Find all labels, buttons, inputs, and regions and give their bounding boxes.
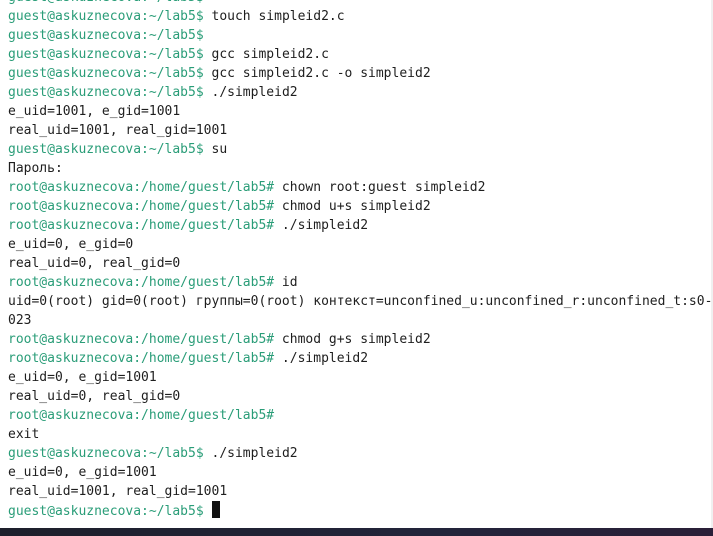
shell-command: chown root:guest simpleid2 [274, 180, 486, 195]
shell-command: touch simpleid2.c [203, 9, 345, 24]
terminal-line: e_uid=1001, e_gid=1001 [8, 102, 713, 121]
shell-command: chmod g+s simpleid2 [274, 332, 431, 347]
terminal-line: guest@askuznecova:~/lab5$ [8, 501, 713, 520]
command-output: Пароль: [8, 161, 63, 176]
terminal-line: root@askuznecova:/home/guest/lab5# id [8, 273, 713, 292]
command-output: 023 [8, 313, 32, 328]
terminal-line: Пароль: [8, 159, 713, 178]
terminal-line: e_uid=0, e_gid=1001 [8, 368, 713, 387]
command-output: real_uid=0, real_gid=0 [8, 389, 181, 404]
screen: guest@askuznecova:~/lab5$guest@askuzneco… [0, 0, 713, 536]
terminal-line: guest@askuznecova:~/lab5$ touch simpleid… [8, 7, 713, 26]
shell-command: id [274, 275, 298, 290]
shell-prompt: guest@askuznecova:~/lab5$ [8, 446, 204, 461]
command-output: e_uid=0, e_gid=0 [8, 237, 134, 252]
command-output: e_uid=1001, e_gid=1001 [8, 104, 181, 119]
terminal-line: root@askuznecova:/home/guest/lab5# chmod… [8, 330, 713, 349]
terminal-line: guest@askuznecova:~/lab5$ ./simpleid2 [8, 444, 713, 463]
shell-command: chmod u+s simpleid2 [274, 199, 431, 214]
terminal-line: root@askuznecova:/home/guest/lab5# ./sim… [8, 349, 713, 368]
terminal-line: real_uid=1001, real_gid=1001 [8, 121, 713, 140]
shell-command: ./simpleid2 [203, 85, 298, 100]
terminal-line: root@askuznecova:/home/guest/lab5# ./sim… [8, 216, 713, 235]
shell-prompt: guest@askuznecova:~/lab5$ [8, 142, 204, 157]
terminal-line: root@askuznecova:/home/guest/lab5# [8, 406, 713, 425]
terminal-line: e_uid=0, e_gid=1001 [8, 463, 713, 482]
shell-prompt: guest@askuznecova:~/lab5$ [8, 9, 204, 24]
terminal-line: guest@askuznecova:~/lab5$ [8, 26, 713, 45]
shell-command: gcc simpleid2.c -o simpleid2 [203, 66, 431, 81]
shell-prompt: guest@askuznecova:~/lab5$ [8, 0, 204, 5]
command-output: real_uid=1001, real_gid=1001 [8, 484, 228, 499]
terminal-line: guest@askuznecova:~/lab5$ gcc simpleid2.… [8, 64, 713, 83]
shell-prompt: root@askuznecova:/home/guest/lab5# [8, 332, 275, 347]
terminal-line: root@askuznecova:/home/guest/lab5# chown… [8, 178, 713, 197]
terminal-line: guest@askuznecova:~/lab5$ ./simpleid2 [8, 83, 713, 102]
shell-command [204, 504, 212, 519]
shell-command: ./simpleid2 [274, 218, 369, 233]
shell-prompt: root@askuznecova:/home/guest/lab5# [8, 351, 275, 366]
terminal-line: e_uid=0, e_gid=0 [8, 235, 713, 254]
shell-prompt: guest@askuznecova:~/lab5$ [8, 47, 204, 62]
terminal-line: exit [8, 425, 713, 444]
terminal-line: real_uid=0, real_gid=0 [8, 254, 713, 273]
shell-command: gcc simpleid2.c [203, 47, 329, 62]
shell-prompt: root@askuznecova:/home/guest/lab5# [8, 408, 275, 423]
shell-prompt: root@askuznecova:/home/guest/lab5# [8, 180, 275, 195]
command-output: exit [8, 427, 40, 442]
terminal-line: guest@askuznecova:~/lab5$ [8, 0, 713, 7]
terminal-line: real_uid=1001, real_gid=1001 [8, 482, 713, 501]
shell-command: su [203, 142, 228, 157]
command-output: uid=0(root) gid=0(root) группы=0(root) к… [8, 294, 713, 309]
terminal-output: guest@askuznecova:~/lab5$guest@askuzneco… [8, 0, 713, 520]
shell-prompt: guest@askuznecova:~/lab5$ [8, 504, 204, 519]
shell-prompt: guest@askuznecova:~/lab5$ [8, 28, 204, 43]
terminal-window[interactable]: guest@askuznecova:~/lab5$guest@askuzneco… [0, 0, 713, 528]
command-output: real_uid=0, real_gid=0 [8, 256, 181, 271]
shell-prompt: guest@askuznecova:~/lab5$ [8, 66, 204, 81]
text-cursor[interactable] [211, 501, 220, 518]
shell-prompt: root@askuznecova:/home/guest/lab5# [8, 275, 275, 290]
command-output: e_uid=0, e_gid=1001 [8, 465, 157, 480]
shell-command: ./simpleid2 [203, 446, 298, 461]
command-output: real_uid=1001, real_gid=1001 [8, 123, 228, 138]
command-output: e_uid=0, e_gid=1001 [8, 370, 157, 385]
desktop-background-strip [0, 528, 713, 536]
shell-prompt: root@askuznecova:/home/guest/lab5# [8, 199, 275, 214]
terminal-line: real_uid=0, real_gid=0 [8, 387, 713, 406]
shell-prompt: root@askuznecova:/home/guest/lab5# [8, 218, 275, 233]
terminal-line: root@askuznecova:/home/guest/lab5# chmod… [8, 197, 713, 216]
terminal-line: guest@askuznecova:~/lab5$ su [8, 140, 713, 159]
terminal-line: 023 [8, 311, 713, 330]
terminal-line: uid=0(root) gid=0(root) группы=0(root) к… [8, 292, 713, 311]
shell-prompt: guest@askuznecova:~/lab5$ [8, 85, 204, 100]
shell-command: ./simpleid2 [274, 351, 369, 366]
terminal-line: guest@askuznecova:~/lab5$ gcc simpleid2.… [8, 45, 713, 64]
